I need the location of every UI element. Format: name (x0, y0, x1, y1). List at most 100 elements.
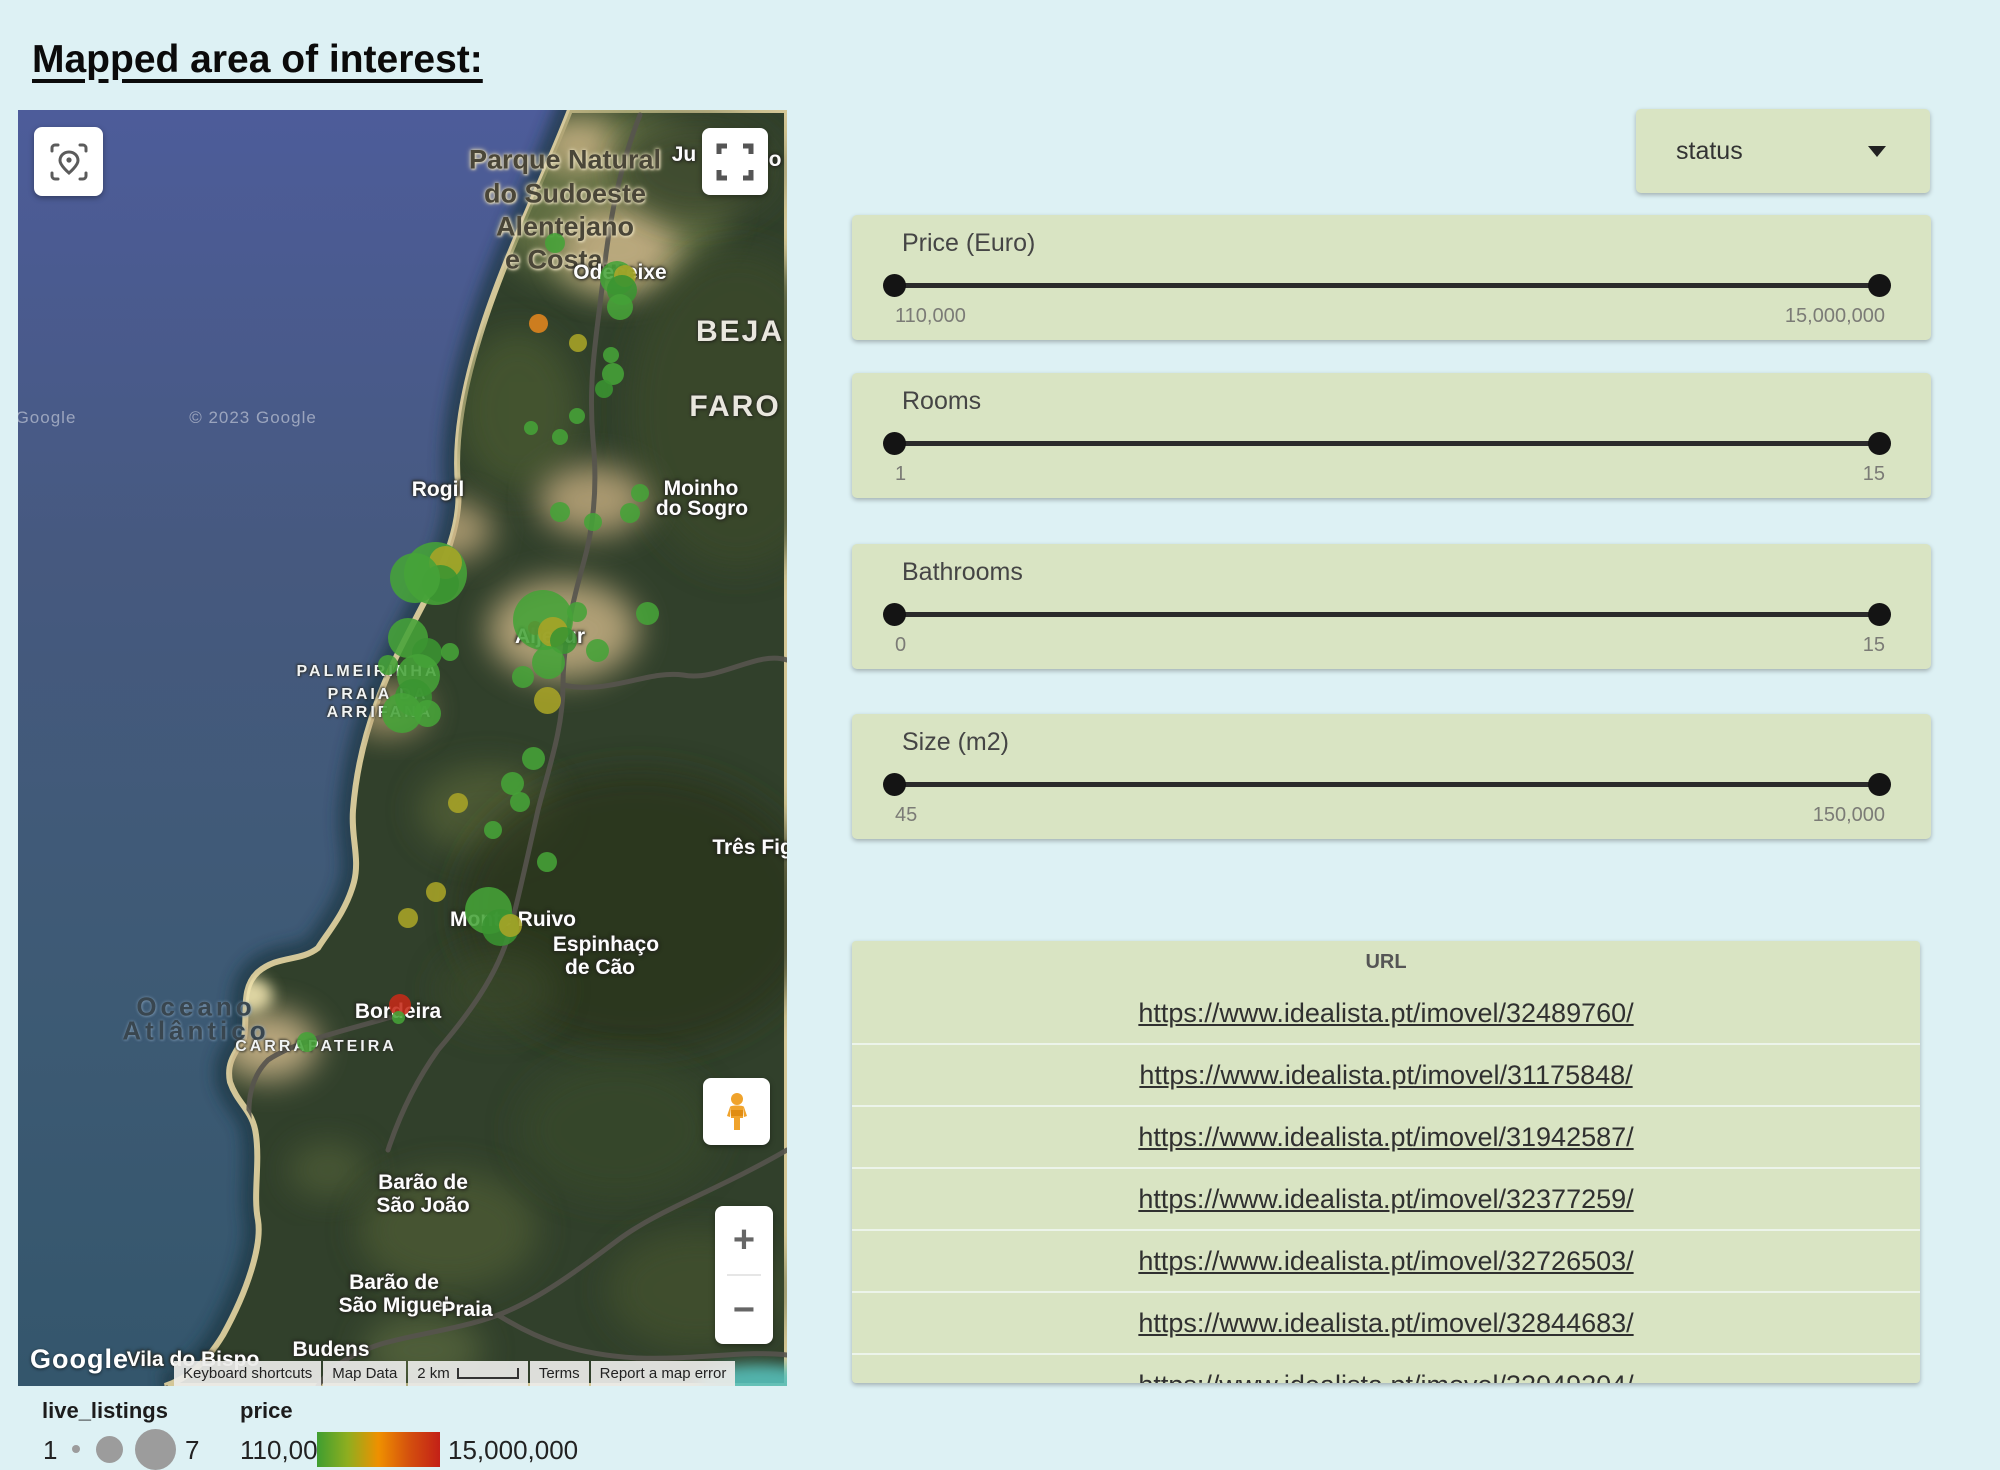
listing-dot[interactable] (631, 484, 649, 502)
price-slider-handle-min[interactable] (883, 274, 906, 297)
map-scale: 2 km (408, 1361, 528, 1386)
listing-dot[interactable] (607, 294, 633, 320)
listing-dot[interactable] (537, 852, 557, 872)
url-table-header: URL (852, 941, 1920, 983)
listing-dot[interactable] (390, 553, 440, 603)
listing-dot[interactable] (567, 602, 587, 622)
legend-size-label: live_listings (42, 1398, 168, 1424)
size-slider-track[interactable] (894, 782, 1880, 787)
google-logo[interactable]: Google (30, 1344, 129, 1375)
price-slider-min: 110,000 (895, 305, 966, 328)
listing-dot[interactable] (620, 503, 640, 523)
table-row: https://www.idealista.pt/imovel/32377259… (852, 1167, 1920, 1229)
map-background (18, 110, 787, 1386)
legend-color-max: 15,000,000 (448, 1435, 578, 1466)
rooms-slider-track[interactable] (894, 441, 1880, 446)
url-link[interactable]: https://www.idealista.pt/imovel/32489760… (1138, 998, 1633, 1029)
fullscreen-button[interactable] (702, 128, 768, 195)
price-slider-card: Price (Euro) 110,000 15,000,000 (852, 215, 1931, 340)
table-row: https://www.idealista.pt/imovel/31942587… (852, 1105, 1920, 1167)
price-slider-label: Price (Euro) (902, 229, 1035, 258)
url-link[interactable]: https://www.idealista.pt/imovel/32377259… (1138, 1184, 1633, 1215)
listing-dot[interactable] (414, 700, 441, 727)
bathrooms-slider-handle-max[interactable] (1868, 603, 1891, 626)
price-slider-max: 15,000,000 (1785, 305, 1885, 328)
table-row: https://www.idealista.pt/imovel/32049204… (852, 1353, 1920, 1383)
listing-dot[interactable] (603, 347, 619, 363)
terms-link[interactable]: Terms (530, 1361, 589, 1386)
size-slider-min: 45 (895, 804, 917, 827)
keyboard-shortcuts-button[interactable]: Keyboard shortcuts (174, 1361, 321, 1386)
rooms-slider-label: Rooms (902, 387, 981, 416)
listing-dot[interactable] (378, 655, 398, 675)
listing-dot[interactable] (584, 513, 602, 531)
url-table: URL https://www.idealista.pt/imovel/3248… (852, 941, 1920, 1383)
url-link[interactable]: https://www.idealista.pt/imovel/32726503… (1138, 1246, 1633, 1277)
legend-color-label: price (240, 1398, 293, 1424)
bathrooms-slider-track[interactable] (894, 612, 1880, 617)
url-table-body: https://www.idealista.pt/imovel/32489760… (852, 983, 1920, 1383)
listing-dot[interactable] (524, 421, 538, 435)
listing-dot[interactable] (499, 914, 522, 937)
listing-dot[interactable] (529, 314, 548, 333)
rooms-slider-handle-min[interactable] (883, 432, 906, 455)
rooms-slider-card: Rooms 1 15 (852, 373, 1931, 498)
size-slider-label: Size (m2) (902, 728, 1009, 757)
status-dropdown[interactable]: status (1636, 109, 1930, 193)
listing-dot[interactable] (510, 792, 530, 812)
listing-dot[interactable] (550, 502, 570, 522)
price-slider-track[interactable] (894, 283, 1880, 288)
bathrooms-slider-handle-min[interactable] (883, 603, 906, 626)
url-link[interactable]: https://www.idealista.pt/imovel/32049204… (1138, 1370, 1633, 1384)
listing-dot[interactable] (595, 380, 613, 398)
zoom-out-button[interactable]: − (715, 1276, 773, 1344)
legend-dot-large (135, 1429, 176, 1470)
bathrooms-slider-label: Bathrooms (902, 558, 1023, 587)
map-canvas[interactable]: Parque Naturaldo SudoesteAlentejanoe Cos… (18, 110, 787, 1386)
url-link[interactable]: https://www.idealista.pt/imovel/31175848… (1139, 1060, 1632, 1091)
price-slider-handle-max[interactable] (1868, 274, 1891, 297)
scale-text: 2 km (417, 1365, 450, 1382)
rooms-slider-max: 15 (1863, 463, 1885, 486)
pegman-icon (719, 1092, 755, 1132)
listing-dot[interactable] (398, 908, 418, 928)
listing-dot[interactable] (569, 334, 587, 352)
listing-dot[interactable] (586, 639, 609, 662)
bathrooms-slider-max: 15 (1863, 634, 1885, 657)
url-link[interactable]: https://www.idealista.pt/imovel/31942587… (1138, 1122, 1633, 1153)
listing-dot[interactable] (545, 233, 565, 253)
locate-area-button[interactable] (34, 127, 103, 196)
listing-dot[interactable] (636, 602, 659, 625)
listing-dot[interactable] (441, 643, 459, 661)
report-map-error-link[interactable]: Report a map error (591, 1361, 736, 1386)
table-row: https://www.idealista.pt/imovel/32844683… (852, 1291, 1920, 1353)
listing-dot[interactable] (522, 747, 545, 770)
rooms-slider-handle-max[interactable] (1868, 432, 1891, 455)
legend-dot-medium (96, 1436, 123, 1463)
table-row: https://www.idealista.pt/imovel/31175848… (852, 1043, 1920, 1105)
listing-dot[interactable] (297, 1032, 317, 1052)
zoom-in-button[interactable]: + (715, 1206, 773, 1274)
legend-size-min: 1 (43, 1435, 57, 1466)
listing-dot[interactable] (448, 793, 468, 813)
status-dropdown-label: status (1676, 137, 1743, 166)
size-slider-handle-max[interactable] (1868, 773, 1891, 796)
listing-dot[interactable] (534, 687, 561, 714)
listing-dot[interactable] (569, 408, 585, 424)
scale-bar (457, 1368, 519, 1379)
table-row: https://www.idealista.pt/imovel/32489760… (852, 983, 1920, 1043)
listing-dot[interactable] (484, 821, 502, 839)
map-data-button[interactable]: Map Data (323, 1361, 406, 1386)
page-title: Mapped area of interest: (32, 38, 483, 82)
listing-dot[interactable] (552, 429, 568, 445)
pegman-button[interactable] (703, 1078, 770, 1145)
listing-dot[interactable] (512, 666, 534, 688)
size-slider-handle-min[interactable] (883, 773, 906, 796)
zoom-control: + − (715, 1206, 773, 1344)
price-gradient-bar (317, 1432, 440, 1467)
listing-dot[interactable] (392, 1011, 405, 1024)
listing-dot[interactable] (532, 646, 565, 679)
url-link[interactable]: https://www.idealista.pt/imovel/32844683… (1138, 1308, 1633, 1339)
listing-dot[interactable] (426, 882, 446, 902)
chevron-down-icon (1868, 146, 1886, 157)
